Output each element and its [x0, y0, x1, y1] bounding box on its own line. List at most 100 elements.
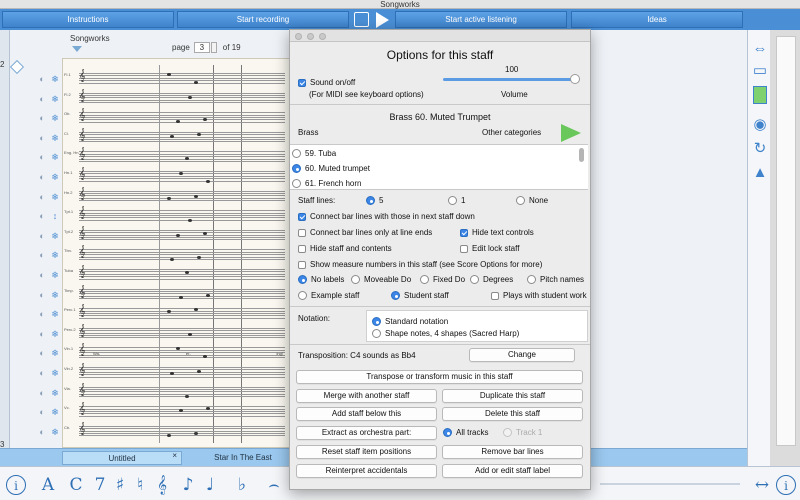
moveable-do-radio[interactable]	[351, 275, 360, 284]
note-head[interactable]	[203, 118, 207, 122]
show-measure-numbers-checkbox[interactable]	[298, 260, 306, 269]
speaker-icon[interactable]: ◐	[36, 270, 48, 280]
label-moveable-do[interactable]: Moveable Do	[351, 275, 411, 284]
show-measure-numbers-option[interactable]: Show measure numbers in this staff (see …	[298, 260, 542, 269]
eighth-note-icon[interactable]: ♪	[178, 475, 198, 495]
note-head[interactable]	[185, 394, 189, 398]
speaker-icon[interactable]: ◐	[36, 133, 48, 143]
edit-lock-checkbox[interactable]	[460, 244, 468, 253]
play-instrument-icon[interactable]	[561, 124, 581, 142]
start-active-listening-button[interactable]: Start active listening	[395, 11, 567, 28]
page-input[interactable]: 3	[193, 42, 210, 53]
zoom-slider[interactable]	[600, 483, 740, 485]
speaker-icon[interactable]: ◐	[36, 250, 48, 260]
staff[interactable]: Perc.1 𝄞	[63, 304, 289, 320]
speaker-icon[interactable]: ◐	[36, 152, 48, 162]
example-staff-radio[interactable]	[298, 291, 307, 300]
resize-arrows-icon[interactable]: ⇔	[751, 40, 769, 58]
duplicate-staff-button[interactable]: Duplicate this staff	[442, 389, 583, 403]
staff-lines-5[interactable]: 5	[366, 196, 383, 205]
instrument-radio[interactable]	[292, 164, 301, 173]
staff[interactable]: Vln.2 𝄞	[63, 363, 289, 379]
speaker-icon[interactable]: ◐	[36, 211, 48, 221]
natural-icon[interactable]: ♮	[130, 475, 150, 495]
start-recording-button[interactable]: Start recording	[177, 11, 349, 28]
staff[interactable]: Ob. 𝄞	[63, 108, 289, 124]
freeze-icon[interactable]: ❄	[50, 348, 60, 358]
notation-standard-radio[interactable]	[372, 317, 381, 326]
quarter-note-icon[interactable]: ♩	[200, 475, 220, 495]
freeze-icon[interactable]: ❄	[50, 94, 60, 104]
instructions-button[interactable]: Instructions	[2, 11, 174, 28]
staff[interactable]: Fl.1 𝄞	[63, 69, 289, 85]
remove-bar-lines-button[interactable]: Remove bar lines	[442, 445, 583, 459]
chord-tool-icon[interactable]: C	[66, 475, 86, 495]
all-tracks-radio[interactable]	[443, 428, 452, 437]
note-head[interactable]	[194, 81, 198, 84]
freeze-icon[interactable]: ❄	[50, 407, 60, 417]
staff[interactable]: Perc.2 𝄞	[63, 324, 289, 340]
resize-icon[interactable]: ↔	[752, 475, 772, 495]
zoom-icon[interactable]	[319, 33, 326, 40]
speaker-icon[interactable]: ◐	[36, 74, 48, 84]
staff-lines-none-radio[interactable]	[516, 196, 525, 205]
chevron-down-icon[interactable]	[72, 46, 82, 52]
freeze-icon[interactable]: ❄	[50, 250, 60, 260]
staff[interactable]: Vla. 𝄞	[63, 383, 289, 399]
reset-positions-button[interactable]: Reset staff item positions	[296, 445, 437, 459]
add-staff-label-button[interactable]: Add or edit staff label	[442, 464, 583, 478]
note-head[interactable]	[194, 431, 198, 435]
volume-slider-thumb[interactable]	[570, 74, 580, 84]
hide-staff-checkbox[interactable]	[298, 244, 306, 253]
freeze-icon[interactable]: ❄	[50, 270, 60, 280]
sound-toggle[interactable]: Sound on/off	[298, 78, 355, 87]
sharp-icon[interactable]: ♯	[110, 475, 130, 495]
staff[interactable]: Tpt.2 𝄞	[63, 226, 289, 242]
list-scrollbar[interactable]	[579, 148, 584, 162]
speaker-icon[interactable]: ◐	[36, 94, 48, 104]
note-head[interactable]	[197, 370, 201, 373]
note-head[interactable]	[185, 157, 189, 161]
staff[interactable]: Vc. 𝄞	[63, 402, 289, 418]
instrument-radio[interactable]	[292, 179, 301, 188]
add-staff-below-button[interactable]: Add staff below this	[296, 407, 437, 421]
note-head[interactable]	[206, 407, 210, 411]
instrument-radio[interactable]	[292, 149, 301, 158]
connect-line-ends-option[interactable]: Connect bar lines only at line ends	[298, 228, 432, 237]
chord-number-icon[interactable]: 7	[90, 475, 110, 495]
merge-staff-button[interactable]: Merge with another staff	[296, 389, 437, 403]
volume-slider-track[interactable]	[443, 78, 575, 81]
freeze-icon[interactable]: ❄	[50, 113, 60, 123]
freeze-icon[interactable]: ❄	[50, 427, 60, 437]
tab-untitled[interactable]: Untitled ×	[62, 451, 182, 465]
staff[interactable]: Hn.1 𝄞	[63, 167, 289, 183]
note-head[interactable]	[170, 258, 174, 262]
freeze-icon[interactable]: ❄	[50, 368, 60, 378]
label-degrees[interactable]: Degrees	[470, 275, 513, 284]
hide-staff-option[interactable]: Hide staff and contents	[298, 244, 392, 253]
speaker-icon[interactable]: ◐	[36, 388, 48, 398]
other-categories-link[interactable]: Other categories	[482, 128, 541, 137]
label-fixed-do[interactable]: Fixed Do	[420, 275, 465, 284]
treble-clef-icon[interactable]: 𝄞	[152, 475, 172, 495]
note-head[interactable]	[206, 180, 210, 183]
staff[interactable]: Tbn. 𝄞	[63, 245, 289, 262]
info-right-icon[interactable]: i	[776, 475, 796, 495]
freeze-icon[interactable]: ❄	[50, 74, 60, 84]
freeze-icon[interactable]: ❄	[50, 133, 60, 143]
change-transposition-button[interactable]: Change	[469, 348, 575, 362]
staff[interactable]: Tuba 𝄞	[63, 265, 289, 281]
note-head[interactable]	[179, 295, 183, 299]
close-icon[interactable]: ×	[172, 449, 177, 463]
tab-star-in-the-east[interactable]: Star In The East	[183, 451, 303, 465]
example-staff-option[interactable]: Example staff	[298, 291, 359, 300]
pitch-names-radio[interactable]	[527, 275, 536, 284]
notation-shape-radio[interactable]	[372, 329, 381, 338]
label-pitch-names[interactable]: Pitch names	[527, 275, 584, 284]
score-page[interactable]: Fl.1 𝄞 Fl.2 𝄞 Ob. 𝄞 Cl. 𝄞 Eng. Hn. 𝄞 Hn.1 𝄞 Hn.2 𝄞 Tpt…	[62, 58, 290, 448]
circle-arrow-icon[interactable]: ◉	[751, 116, 769, 134]
student-staff-option[interactable]: Student staff	[391, 291, 449, 300]
staff[interactable]: Cl. 𝄞	[63, 128, 289, 144]
info-icon[interactable]: i	[6, 475, 26, 495]
connect-line-ends-checkbox[interactable]	[298, 228, 306, 237]
